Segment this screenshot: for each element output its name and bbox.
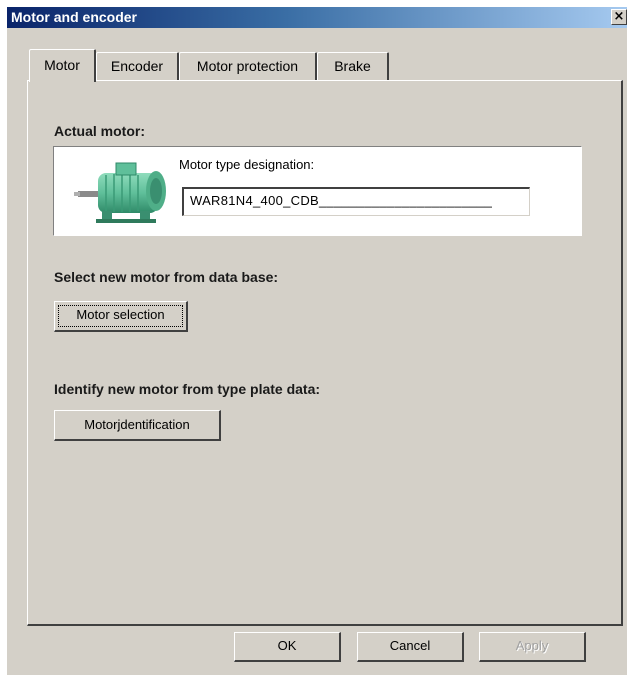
window-title: Motor and encoder — [11, 9, 138, 25]
tab-motor[interactable]: Motor — [29, 49, 96, 82]
actual-motor-group: Motor type designation: WAR81N4_400_CDB_… — [53, 146, 582, 236]
cancel-button[interactable]: Cancel — [357, 632, 464, 662]
dialog-window: Motor and encoder × Motor Encoder Motor … — [6, 6, 627, 675]
motor-icon — [62, 151, 174, 231]
apply-button[interactable]: Apply — [479, 632, 586, 662]
tab-brake-label: Brake — [334, 58, 371, 74]
tab-encoder[interactable]: Encoder — [96, 52, 179, 81]
actual-motor-heading: Actual motor: — [54, 123, 145, 139]
motor-selection-button[interactable]: Motor selection — [54, 301, 188, 332]
ok-label: OK — [277, 638, 297, 653]
select-motor-heading: Select new motor from data base: — [54, 269, 279, 285]
motor-selection-label: Motor selection — [76, 307, 165, 322]
title-bar[interactable]: Motor and encoder × — [7, 7, 627, 28]
type-designation-label: Motor type designation: — [179, 157, 315, 172]
tab-motor-label: Motor — [44, 57, 80, 73]
type-designation-field: WAR81N4_400_CDB_______________________ — [182, 187, 530, 216]
motor-tab-panel: Actual motor: Motor type designation: WA… — [27, 80, 623, 626]
tab-motor-protection-label: Motor protection — [196, 58, 299, 74]
close-button[interactable]: × — [611, 9, 627, 25]
tab-motor-protection[interactable]: Motor protection — [179, 52, 317, 81]
ok-button[interactable]: OK — [234, 632, 341, 662]
cancel-label: Cancel — [389, 638, 431, 653]
close-icon: × — [613, 9, 625, 24]
tab-brake[interactable]: Brake — [317, 52, 389, 81]
motor-identification-label: Motorjdentification — [84, 417, 190, 432]
motor-identification-button[interactable]: Motorjdentification — [54, 410, 221, 441]
identify-motor-heading: Identify new motor from type plate data: — [54, 381, 321, 397]
tab-encoder-label: Encoder — [110, 58, 164, 74]
apply-label: Apply — [515, 638, 549, 653]
